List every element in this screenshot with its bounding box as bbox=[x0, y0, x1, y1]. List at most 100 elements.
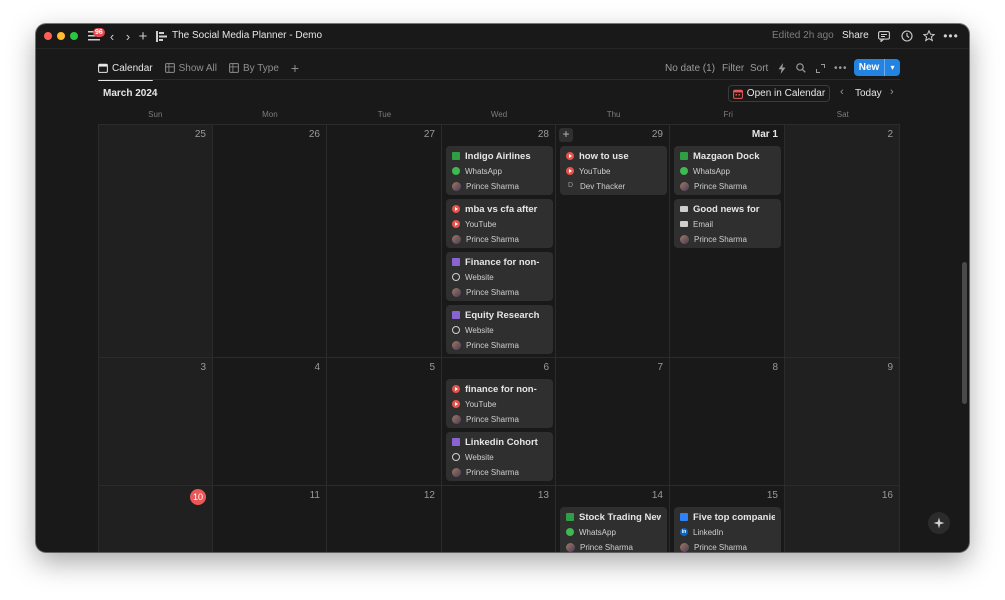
notification-badge: 96 bbox=[93, 28, 105, 37]
post-owner: Prince Sharma bbox=[580, 542, 633, 552]
post-channel: Website bbox=[465, 272, 494, 282]
comments-icon[interactable] bbox=[877, 29, 891, 43]
calendar-day-cell[interactable]: 12 bbox=[327, 486, 442, 552]
table-icon bbox=[164, 63, 175, 73]
post-card[interactable]: Linkedin Cohort Website Prince Sharma bbox=[446, 432, 553, 481]
post-card-title-row: Finance for non- bbox=[452, 255, 547, 269]
new-tab-icon[interactable]: + bbox=[137, 28, 149, 45]
ai-sparkle-icon[interactable] bbox=[928, 512, 950, 534]
calendar-day-cell[interactable]: 2 bbox=[785, 125, 900, 357]
title-bar-divider bbox=[36, 48, 969, 49]
post-owner: Prince Sharma bbox=[466, 234, 519, 244]
sort-button[interactable]: Sort bbox=[750, 60, 768, 76]
post-title: Linkedin Cohort bbox=[465, 436, 538, 448]
calendar-day-cell[interactable]: 5 bbox=[327, 358, 442, 485]
post-channel-row: Website bbox=[452, 269, 547, 285]
calendar-day-cell[interactable]: 16 bbox=[785, 486, 900, 552]
open-in-calendar-button[interactable]: Open in Calendar bbox=[728, 85, 830, 102]
back-arrow-icon[interactable]: ‹ bbox=[107, 29, 117, 44]
post-channel-row: WhatsApp bbox=[566, 524, 661, 540]
day-number: 3 bbox=[200, 362, 206, 373]
tab-by-type[interactable]: By Type bbox=[229, 57, 279, 79]
avatar bbox=[452, 287, 461, 297]
whatsapp-icon bbox=[680, 167, 688, 175]
post-owner: Prince Sharma bbox=[466, 287, 519, 297]
calendar-day-cell[interactable]: 7 bbox=[556, 358, 670, 485]
filter-button[interactable]: Filter bbox=[722, 60, 744, 76]
post-card[interactable]: Mazgaon Dock WhatsApp Prince Sharma bbox=[674, 146, 781, 195]
vertical-scrollbar[interactable] bbox=[962, 262, 967, 404]
post-card[interactable]: Equity Research Website Prince Sharma bbox=[446, 305, 553, 354]
calendar-day-cell[interactable]: 15 Five top companies in LinkedIn Prince Sha… bbox=[670, 486, 785, 552]
calendar-day-cell[interactable]: 4 bbox=[213, 358, 327, 485]
maximize-window-button[interactable] bbox=[70, 32, 78, 40]
tab-calendar-label: Calendar bbox=[112, 62, 153, 74]
weekday-label: Wed bbox=[490, 110, 508, 119]
whatsapp-post-icon bbox=[452, 152, 460, 160]
add-event-icon[interactable]: + bbox=[559, 128, 573, 142]
today-button[interactable]: Today bbox=[855, 88, 882, 99]
post-card[interactable]: Good news for Email Prince Sharma bbox=[674, 199, 781, 248]
previous-month-icon[interactable]: ‹ bbox=[840, 86, 844, 98]
tab-calendar[interactable]: Calendar bbox=[98, 57, 153, 81]
calendar-day-cell[interactable]: 29 + how to use YouTube D Dev Thacker bbox=[556, 125, 670, 357]
post-card-title-row: Equity Research bbox=[452, 308, 547, 322]
next-month-icon[interactable]: › bbox=[890, 86, 894, 98]
no-date-button[interactable]: No date (1) bbox=[665, 60, 715, 76]
post-owner-row: Prince Sharma bbox=[452, 179, 547, 193]
post-card[interactable]: Stock Trading News WhatsApp Prince Sharma bbox=[560, 507, 667, 552]
add-view-icon[interactable]: + bbox=[291, 57, 299, 79]
post-title: Stock Trading News bbox=[579, 511, 661, 523]
new-button[interactable]: New ▾ bbox=[854, 59, 900, 76]
calendar-day-cell[interactable]: 11 bbox=[213, 486, 327, 552]
post-card[interactable]: Finance for non- Website Prince Sharma bbox=[446, 252, 553, 301]
calendar-day-cell[interactable]: 8 bbox=[670, 358, 785, 485]
day-number: 28 bbox=[537, 129, 549, 140]
calendar-day-cell[interactable]: 10 bbox=[98, 486, 213, 552]
minimize-window-button[interactable] bbox=[57, 32, 65, 40]
tabs-divider bbox=[98, 79, 900, 80]
search-icon[interactable] bbox=[796, 60, 806, 76]
calendar-day-cell[interactable]: 13 bbox=[442, 486, 556, 552]
forward-arrow-icon[interactable]: › bbox=[123, 29, 133, 44]
close-window-button[interactable] bbox=[44, 32, 52, 40]
post-channel: Email bbox=[693, 219, 714, 229]
history-clock-icon[interactable] bbox=[900, 29, 914, 43]
favorite-star-icon[interactable] bbox=[922, 29, 936, 43]
post-owner-row: Prince Sharma bbox=[680, 179, 775, 193]
linkedin-post-icon bbox=[680, 513, 688, 521]
calendar-day-cell[interactable]: 26 bbox=[213, 125, 327, 357]
calendar-day-cell[interactable]: Mar 1 Mazgaon Dock WhatsApp Prince Sharma Go… bbox=[670, 125, 785, 357]
day-number: 2 bbox=[887, 129, 893, 140]
post-owner: Prince Sharma bbox=[694, 542, 747, 552]
youtube-icon bbox=[452, 220, 460, 228]
calendar-day-cell[interactable]: 3 bbox=[98, 358, 213, 485]
post-card[interactable]: finance for non- YouTube Prince Sharma bbox=[446, 379, 553, 428]
share-button[interactable]: Share bbox=[842, 30, 869, 41]
post-card[interactable]: Five top companies in LinkedIn Prince Sharm… bbox=[674, 507, 781, 552]
post-owner-row: Prince Sharma bbox=[452, 465, 547, 479]
day-number: 5 bbox=[429, 362, 435, 373]
tab-show-all[interactable]: Show All bbox=[164, 57, 217, 79]
post-card[interactable]: Indigo Airlines WhatsApp Prince Sharma bbox=[446, 146, 553, 195]
chevron-down-icon[interactable]: ▾ bbox=[885, 63, 900, 72]
automation-bolt-icon[interactable] bbox=[778, 60, 786, 76]
post-channel-row: Website bbox=[452, 449, 547, 465]
youtube-icon bbox=[452, 400, 460, 408]
calendar-day-cell[interactable]: 6 finance for non- YouTube Prince Sharma Lin… bbox=[442, 358, 556, 485]
more-options-icon[interactable]: ••• bbox=[943, 29, 958, 43]
expand-icon[interactable] bbox=[816, 60, 825, 76]
website-post-icon bbox=[452, 438, 460, 446]
view-options-icon[interactable]: ••• bbox=[834, 60, 848, 76]
post-card[interactable]: mba vs cfa after YouTube Prince Sharma bbox=[446, 199, 553, 248]
page-board-icon bbox=[155, 29, 167, 43]
calendar-day-cell[interactable]: 25 bbox=[98, 125, 213, 357]
calendar-day-cell[interactable]: 9 bbox=[785, 358, 900, 485]
post-title: Mazgaon Dock bbox=[693, 150, 760, 162]
post-card[interactable]: how to use YouTube D Dev Thacker bbox=[560, 146, 667, 195]
calendar-day-cell[interactable]: 14 Stock Trading News WhatsApp Prince Sharm… bbox=[556, 486, 670, 552]
calendar-day-cell[interactable]: 28 Indigo Airlines WhatsApp Prince Sharma mb… bbox=[442, 125, 556, 357]
page-title[interactable]: The Social Media Planner - Demo bbox=[172, 30, 322, 41]
calendar-day-cell[interactable]: 27 bbox=[327, 125, 442, 357]
post-owner-row: Prince Sharma bbox=[452, 285, 547, 299]
